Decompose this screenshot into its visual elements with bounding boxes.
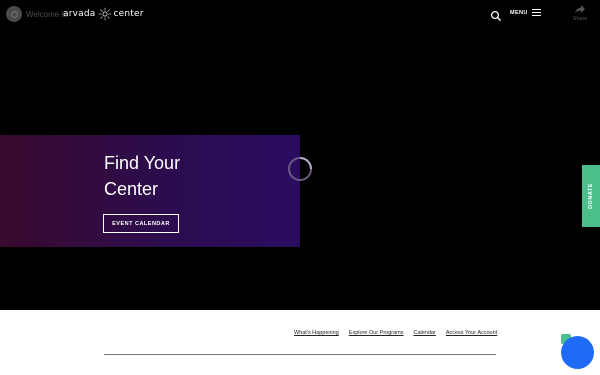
chat-button[interactable] [561,336,594,369]
welcome-text: Welcome to [26,10,69,19]
page: Welcome to arvada center MENU Share Find… [0,0,600,375]
secondary-nav: What's Happening Explore Our Programs Ca… [294,330,497,336]
search-icon [490,10,502,22]
top-header: Welcome to arvada center MENU Share [0,0,600,30]
subnav-access-account[interactable]: Access Your Account [446,330,497,336]
subnav-explore-programs[interactable]: Explore Our Programs [349,330,404,336]
subnav-whats-happening[interactable]: What's Happening [294,330,339,336]
subnav-calendar[interactable]: Calendar [414,330,436,336]
brand-name-left: arvada [63,9,96,19]
search-button[interactable] [490,9,502,22]
content-section [0,310,600,375]
donate-label: DONATE [588,183,595,209]
loading-spinner-icon [288,157,312,181]
menu-label: MENU [510,9,528,16]
share-button[interactable]: Share [570,5,590,22]
share-label: Share [572,16,588,22]
hero-title-line-1: Find Your [104,153,181,173]
brand-name-right: center [113,9,144,19]
hero-title: Find Your Center [104,150,284,202]
brand-logo[interactable]: arvada center [63,5,144,23]
event-calendar-button[interactable]: EVENT CALENDAR [103,214,179,233]
section-divider [104,354,496,355]
hero-title-line-2: Center [104,179,159,199]
hamburger-icon [531,9,541,16]
share-arrow-icon [575,5,585,14]
sunburst-icon [98,7,111,21]
menu-button[interactable]: MENU [510,9,541,16]
channel-avatar-icon[interactable] [6,6,22,22]
donate-tab[interactable]: DONATE [582,165,600,227]
